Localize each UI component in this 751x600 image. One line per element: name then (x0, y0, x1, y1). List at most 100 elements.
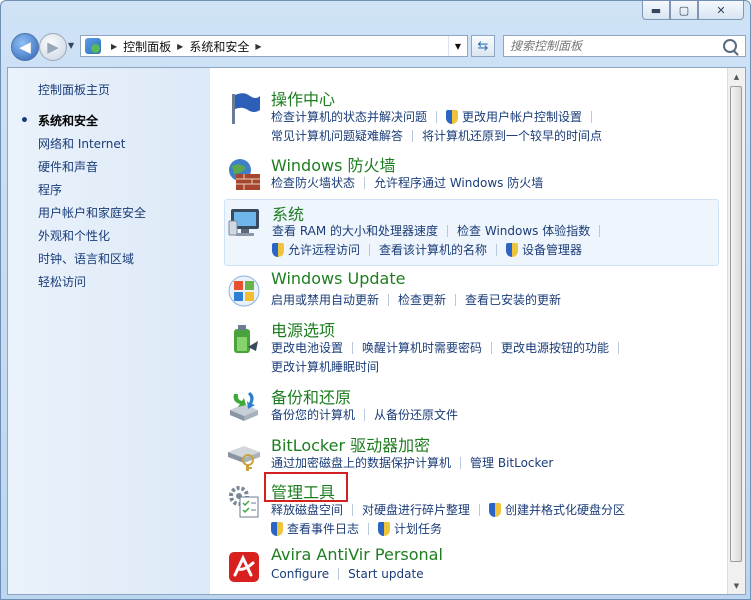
task-link[interactable]: 从备份还原文件 (374, 406, 458, 423)
category-title[interactable]: Avira AntiVir Personal (271, 545, 443, 564)
category-backup-restore: 备份和还原 备份您的计算机 从备份还原文件 (224, 384, 719, 424)
link-separator (479, 503, 481, 516)
task-link[interactable]: 允许远程访问 (288, 241, 360, 258)
link-separator (496, 243, 498, 256)
scroll-down-button[interactable]: ▼ (728, 577, 745, 594)
link-separator (591, 110, 593, 123)
breadcrumb-separator[interactable]: ▶ (111, 42, 117, 51)
back-button[interactable]: ◀ (11, 33, 39, 61)
vertical-scrollbar[interactable]: ▲ ▼ (727, 68, 745, 594)
link-separator (599, 224, 601, 237)
category-title[interactable]: 电源选项 (271, 317, 335, 341)
task-link[interactable]: 查看该计算机的名称 (379, 241, 487, 258)
breadcrumb-item[interactable]: 系统和安全 (189, 38, 249, 55)
task-link[interactable]: 更改用户帐户控制设置 (462, 108, 582, 125)
task-link[interactable]: 查看事件日志 (287, 520, 359, 537)
breadcrumb-separator[interactable]: ▶ (255, 42, 261, 51)
search-input[interactable] (508, 38, 712, 54)
link-row: 更改计算机睡眠时间 (271, 358, 379, 375)
address-dropdown[interactable]: ▼ (448, 36, 467, 56)
link-separator (352, 503, 354, 516)
windows-update-icon (228, 275, 260, 307)
task-link[interactable]: 检查更新 (398, 291, 446, 308)
uac-shield-icon (446, 109, 459, 124)
task-link[interactable]: 管理 BitLocker (470, 454, 553, 471)
link-row: 通过加密磁盘上的数据保护计算机 管理 BitLocker (271, 454, 553, 471)
task-link[interactable]: Start update (348, 567, 423, 581)
task-link[interactable]: 设备管理器 (522, 241, 582, 258)
sidebar-item-hardware[interactable]: 硬件和声音 (38, 160, 146, 183)
sidebar-item-user-accounts[interactable]: 用户帐户和家庭安全 (38, 206, 146, 229)
category-title[interactable]: 操作中心 (271, 86, 335, 110)
task-link[interactable]: 对硬盘进行碎片整理 (362, 501, 470, 518)
sidebar-item-system-security[interactable]: • 系统和安全 (20, 114, 146, 137)
caption-buttons: ▬ ▢ ✕ (642, 1, 744, 20)
task-link[interactable]: 通过加密磁盘上的数据保护计算机 (271, 454, 451, 471)
maximize-button[interactable]: ▢ (670, 1, 698, 20)
forward-button[interactable]: ▶ (39, 33, 67, 61)
back-arrow-icon: ◀ (19, 38, 31, 56)
minimize-button[interactable]: ▬ (642, 1, 670, 20)
sidebar-item-programs[interactable]: 程序 (38, 183, 146, 206)
task-link[interactable]: 检查防火墙状态 (271, 174, 355, 191)
category-title[interactable]: Windows 防火墙 (271, 152, 396, 176)
sidebar-item-clock-region[interactable]: 时钟、语言和区域 (38, 252, 146, 275)
category-windows-update: Windows Update 启用或禁用自动更新 检查更新 查看已安装的更新 (224, 269, 719, 309)
sidebar-item-network[interactable]: 网络和 Internet (38, 137, 146, 160)
link-row: 启用或禁用自动更新 检查更新 查看已安装的更新 (271, 291, 561, 308)
close-button[interactable]: ✕ (698, 1, 744, 20)
link-row: 更改电池设置 唤醒计算机时需要密码 更改电源按钮的功能 (271, 339, 628, 356)
category-title[interactable]: 备份和还原 (271, 384, 351, 408)
link-row: 释放磁盘空间 对硬盘进行碎片整理 创建并格式化硬盘分区 (271, 501, 625, 518)
task-link[interactable]: 查看已安装的更新 (465, 291, 561, 308)
task-link[interactable]: 更改计算机睡眠时间 (271, 358, 379, 375)
category-title[interactable]: BitLocker 驱动器加密 (271, 432, 430, 456)
task-link[interactable]: 检查 Windows 体验指数 (457, 222, 590, 239)
category-action-center: 操作中心 检查计算机的状态并解决问题 更改用户帐户控制设置 常见计算机问题疑难解… (224, 86, 719, 144)
scroll-thumb[interactable] (730, 86, 742, 562)
task-link[interactable]: 检查计算机的状态并解决问题 (271, 108, 427, 125)
link-row: 查看 RAM 的大小和处理器速度 检查 Windows 体验指数 (272, 222, 609, 239)
link-separator (368, 522, 370, 535)
task-link[interactable]: 唤醒计算机时需要密码 (362, 339, 482, 356)
sidebar: 控制面板主页 • 系统和安全 网络和 Internet 硬件和声音 程序 用户帐户… (8, 68, 210, 594)
breadcrumb-separator[interactable]: ▶ (177, 42, 183, 51)
sidebar-home-link[interactable]: 控制面板主页 (38, 81, 110, 98)
main-panel: 操作中心 检查计算机的状态并解决问题 更改用户帐户控制设置 常见计算机问题疑难解… (210, 68, 745, 594)
task-link[interactable]: 允许程序通过 Windows 防火墙 (374, 174, 543, 191)
forward-arrow-icon: ▶ (47, 38, 59, 56)
task-link[interactable]: Configure (271, 567, 329, 581)
task-link[interactable]: 更改电池设置 (271, 339, 343, 356)
task-link[interactable]: 启用或禁用自动更新 (271, 291, 379, 308)
link-separator (364, 408, 366, 421)
scroll-up-button[interactable]: ▲ (728, 68, 745, 85)
search-icon[interactable] (723, 39, 737, 53)
highlight-annotation-box (264, 472, 348, 502)
task-link[interactable]: 创建并格式化硬盘分区 (505, 501, 625, 518)
task-link[interactable]: 将计算机还原到一个较早的时间点 (422, 127, 602, 144)
address-bar[interactable]: ▶ 控制面板 ▶ 系统和安全 ▶ ▼ (80, 35, 468, 57)
link-separator (447, 224, 449, 237)
category-title[interactable]: Windows Update (271, 269, 405, 288)
category-avira: Avira AntiVir Personal Configure Start u… (224, 545, 719, 585)
link-separator (491, 341, 493, 354)
task-link[interactable]: 更改电源按钮的功能 (501, 339, 609, 356)
task-link[interactable]: 计划任务 (394, 520, 442, 537)
search-box[interactable] (503, 35, 746, 57)
link-row: 常见计算机问题疑难解答 将计算机还原到一个较早的时间点 (271, 127, 602, 144)
control-panel-icon (85, 38, 101, 54)
task-link[interactable]: 备份您的计算机 (271, 406, 355, 423)
recent-pages-dropdown[interactable]: ▼ (68, 41, 74, 50)
sidebar-item-ease-of-access[interactable]: 轻松访问 (38, 275, 146, 298)
refresh-icon: ⇆ (477, 38, 489, 54)
refresh-button[interactable]: ⇆ (471, 35, 495, 57)
task-link[interactable]: 查看 RAM 的大小和处理器速度 (272, 222, 438, 239)
flag-icon (232, 93, 260, 124)
link-row: 查看事件日志 计划任务 (271, 520, 442, 537)
sidebar-item-appearance[interactable]: 外观和个性化 (38, 229, 146, 252)
task-link[interactable]: 释放磁盘空间 (271, 501, 343, 518)
uac-shield-icon (378, 521, 391, 536)
task-link[interactable]: 常见计算机问题疑难解答 (271, 127, 403, 144)
category-system[interactable]: 系统 查看 RAM 的大小和处理器速度 检查 Windows 体验指数 允许远程… (224, 199, 719, 266)
breadcrumb-item[interactable]: 控制面板 (123, 38, 171, 55)
